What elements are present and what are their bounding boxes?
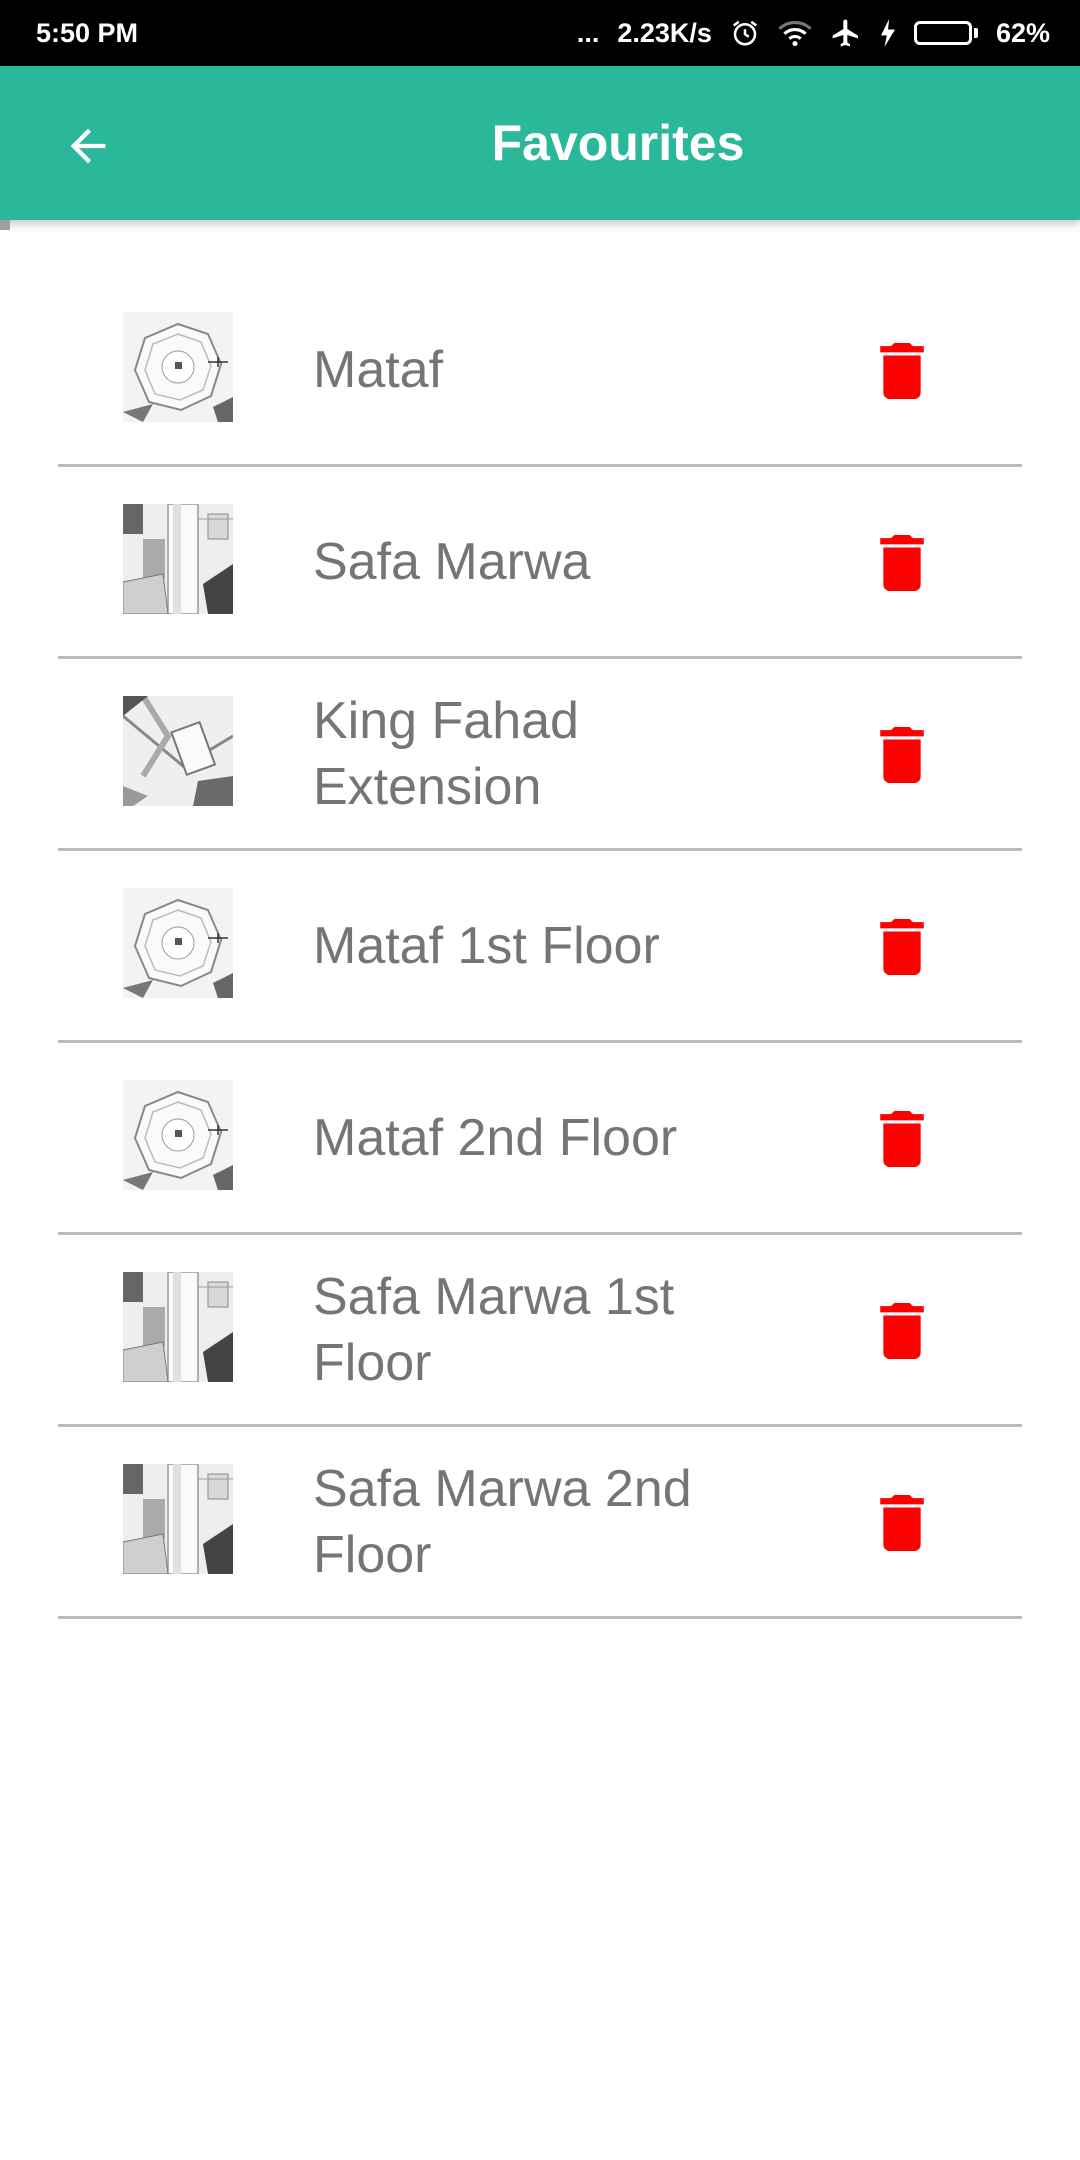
favourite-name: Mataf 2nd Floor	[313, 1108, 678, 1167]
delete-button[interactable]	[874, 340, 930, 402]
app-bar: Favourites	[0, 66, 1080, 220]
trash-icon	[880, 343, 924, 399]
delete-button[interactable]	[874, 724, 930, 786]
scroll-indicator	[0, 220, 10, 230]
list-item[interactable]: Safa Marwa 1st Floor	[58, 1235, 1022, 1427]
map-thumbnail	[123, 888, 233, 998]
list-item[interactable]: Safa Marwa	[58, 467, 1022, 659]
list-item[interactable]: Mataf 2nd Floor	[58, 1043, 1022, 1235]
map-thumbnail	[123, 1464, 233, 1574]
favourite-name: Safa Marwa	[313, 532, 591, 591]
delete-button[interactable]	[874, 1108, 930, 1170]
list-item[interactable]: Safa Marwa 2nd Floor	[58, 1427, 1022, 1619]
map-thumbnail	[123, 1080, 233, 1190]
alarm-icon	[730, 18, 760, 48]
map-thumbnail	[123, 696, 233, 806]
airplane-icon	[830, 17, 862, 49]
status-more-dots: ...	[576, 17, 600, 48]
status-time: 5:50 PM	[36, 17, 139, 48]
trash-icon	[880, 727, 924, 783]
delete-button[interactable]	[874, 532, 930, 594]
delete-button[interactable]	[874, 1300, 930, 1362]
trash-icon	[880, 1303, 924, 1359]
trash-icon	[880, 535, 924, 591]
page-title: Favourites	[491, 115, 745, 171]
trash-icon	[880, 1111, 924, 1167]
charging-icon	[880, 19, 896, 47]
map-thumbnail	[123, 504, 233, 614]
delete-button[interactable]	[874, 916, 930, 978]
list-item[interactable]: King Fahad Extension	[58, 659, 1022, 851]
favourites-list: Mataf Safa Marwa King Fahad Extension Mataf…	[58, 275, 1022, 1619]
trash-icon	[880, 919, 924, 975]
battery-percent: 62%	[995, 17, 1050, 48]
list-item[interactable]: Mataf	[58, 275, 1022, 467]
favourite-name: Mataf	[313, 340, 444, 399]
battery-icon	[913, 21, 978, 45]
list-item[interactable]: Mataf 1st Floor	[58, 851, 1022, 1043]
favourite-name: Safa Marwa 1st Floor	[313, 1267, 675, 1392]
favourite-name: Mataf 1st Floor	[313, 916, 660, 975]
favourite-name: King Fahad Extension	[313, 691, 579, 816]
map-thumbnail	[123, 312, 233, 422]
map-thumbnail	[123, 1272, 233, 1382]
network-speed: 2.23K/s	[617, 17, 712, 48]
favourite-name: Safa Marwa 2nd Floor	[313, 1459, 692, 1584]
status-bar: 5:50 PM ... 2.23K/s 62%	[0, 0, 1080, 66]
delete-button[interactable]	[874, 1492, 930, 1554]
trash-icon	[880, 1495, 924, 1551]
wifi-icon	[778, 18, 812, 48]
